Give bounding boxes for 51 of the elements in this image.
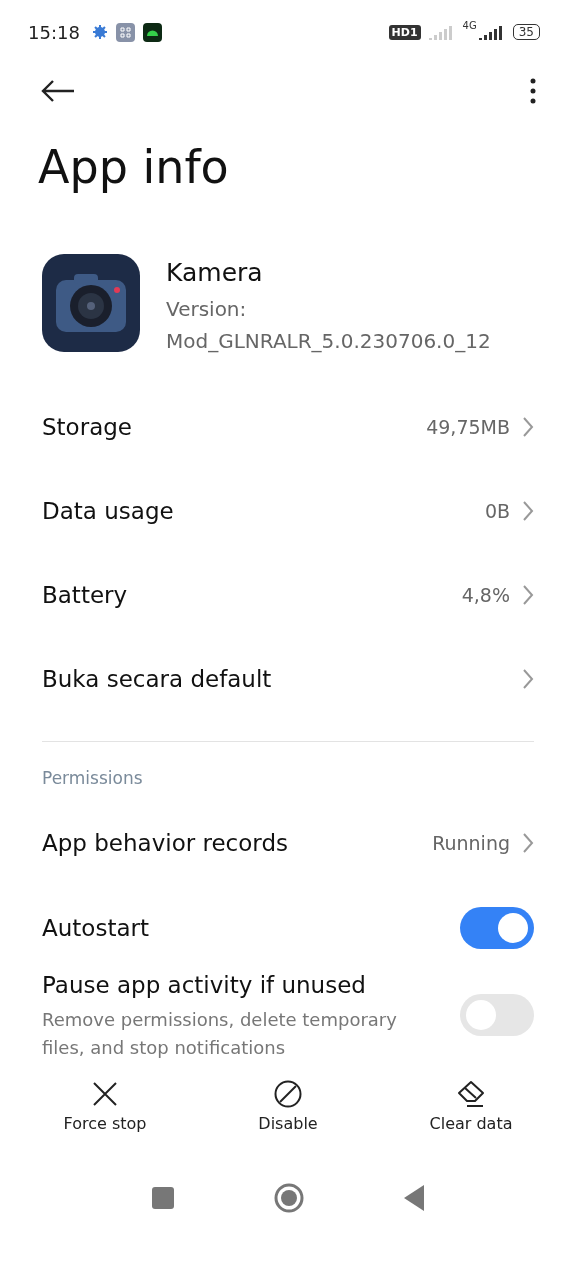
network-type: 4G (462, 20, 477, 31)
scan-icon (115, 22, 135, 42)
chevron-right-icon (522, 832, 534, 854)
home-button[interactable] (274, 1183, 304, 1213)
status-time: 15:18 (28, 21, 80, 43)
battery-level: 35 (512, 24, 540, 40)
row-label: Battery (42, 581, 129, 610)
version-label: Version: (166, 296, 248, 323)
row-value: 0B (484, 500, 510, 522)
row-value: 4,8% (461, 584, 510, 606)
close-icon (91, 1080, 119, 1108)
android-icon (142, 22, 162, 42)
camera-app-icon (42, 254, 140, 352)
settings-row[interactable]: Battery 4,8% (0, 553, 576, 637)
settings-row[interactable]: Buka secara default (0, 637, 576, 721)
section-header: Permissions (41, 768, 144, 788)
back-nav-button[interactable] (404, 1185, 424, 1211)
row-value: 49,75MB (426, 416, 510, 438)
row-label: Buka secara default (42, 665, 273, 694)
eraser-icon (456, 1080, 486, 1108)
row-label: Autostart (42, 914, 150, 943)
signal-icon (428, 24, 455, 40)
row-description: Remove permissions, delete temporary files, and stop notifications (42, 1008, 398, 1060)
action-button[interactable]: Clear data (406, 1080, 536, 1133)
action-button[interactable]: Disable (223, 1080, 353, 1133)
prohibited-icon (274, 1080, 302, 1108)
settings-row[interactable]: Data usage 0B (0, 469, 576, 553)
settings-row[interactable]: Pause app activity if unused Remove permissions, delete temporary files, and stop notifications (0, 968, 576, 1062)
back-button[interactable] (40, 79, 76, 103)
settings-row[interactable]: Storage 49,75MB (0, 385, 576, 469)
chevron-right-icon (522, 668, 534, 690)
row-label: Data usage (42, 497, 175, 526)
row-label: Pause app activity if unused (42, 971, 367, 1000)
settings-row[interactable]: Autostart (0, 888, 576, 968)
more-options-button[interactable] (530, 78, 536, 104)
action-button[interactable]: Force stop (40, 1080, 170, 1133)
app-name: Kamera (166, 258, 264, 287)
row-value: Running (432, 832, 510, 854)
gear-icon (91, 24, 108, 40)
toggle-switch[interactable] (460, 994, 534, 1036)
signal-icon (478, 24, 505, 40)
chevron-right-icon (522, 416, 534, 438)
page-title: App info (38, 140, 230, 194)
hd-badge: HD1 (388, 24, 421, 40)
chevron-right-icon (522, 584, 534, 606)
toggle-switch[interactable] (460, 907, 534, 949)
settings-row[interactable]: App behavior records Running (0, 798, 576, 888)
version-text: Mod_GLNRALR_5.0.230706.0_12 (166, 328, 491, 355)
row-label: Storage (42, 413, 133, 442)
row-label: App behavior records (42, 829, 289, 858)
chevron-right-icon (522, 500, 534, 522)
